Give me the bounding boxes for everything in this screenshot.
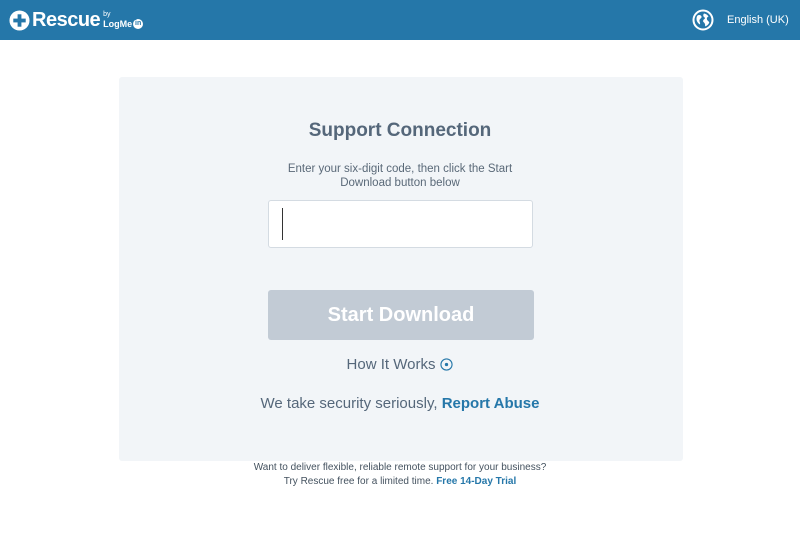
how-it-works-link[interactable]: How It Works [347, 356, 454, 373]
how-it-works-label: How It Works [346, 356, 436, 373]
language-selector[interactable]: English (UK) [727, 14, 789, 26]
logo-wordmark: Rescue [32, 9, 101, 31]
plus-circle-icon [9, 9, 30, 31]
chevron-down-circle-icon [440, 358, 454, 371]
free-trial-link[interactable]: Free 14-Day Trial [436, 476, 516, 487]
footer-line-2-text: Try Rescue free for a limited time. [283, 476, 434, 487]
footer-promo: Want to deliver flexible, reliable remot… [0, 461, 800, 489]
top-bar: Rescue by LogMe in English (UK) [0, 0, 800, 40]
logo-brand-text: LogMe [103, 18, 133, 29]
footer-line-1: Want to deliver flexible, reliable remot… [253, 462, 547, 473]
support-code-input[interactable] [268, 200, 533, 248]
instructions-text: Enter your six-digit code, then click th… [287, 163, 513, 189]
text-caret [282, 208, 283, 240]
logo-brand: LogMe in [103, 18, 144, 29]
logo-by-text: by [103, 11, 111, 18]
how-it-works-row: How It Works [0, 356, 800, 373]
start-download-button[interactable]: Start Download [268, 290, 534, 340]
security-text: We take security seriously, [260, 395, 438, 412]
logo-byline: by LogMe in [103, 11, 144, 29]
logo-brand-badge: in [133, 19, 144, 29]
page-title: Support Connection [308, 120, 492, 141]
report-abuse-link[interactable]: Report Abuse [442, 395, 540, 412]
rescue-logo[interactable]: Rescue by LogMe in [9, 7, 144, 33]
footer-line-2: Try Rescue free for a limited time. Free… [0, 475, 800, 489]
security-notice: We take security seriously, Report Abuse [0, 395, 800, 412]
globe-icon[interactable] [692, 9, 714, 31]
